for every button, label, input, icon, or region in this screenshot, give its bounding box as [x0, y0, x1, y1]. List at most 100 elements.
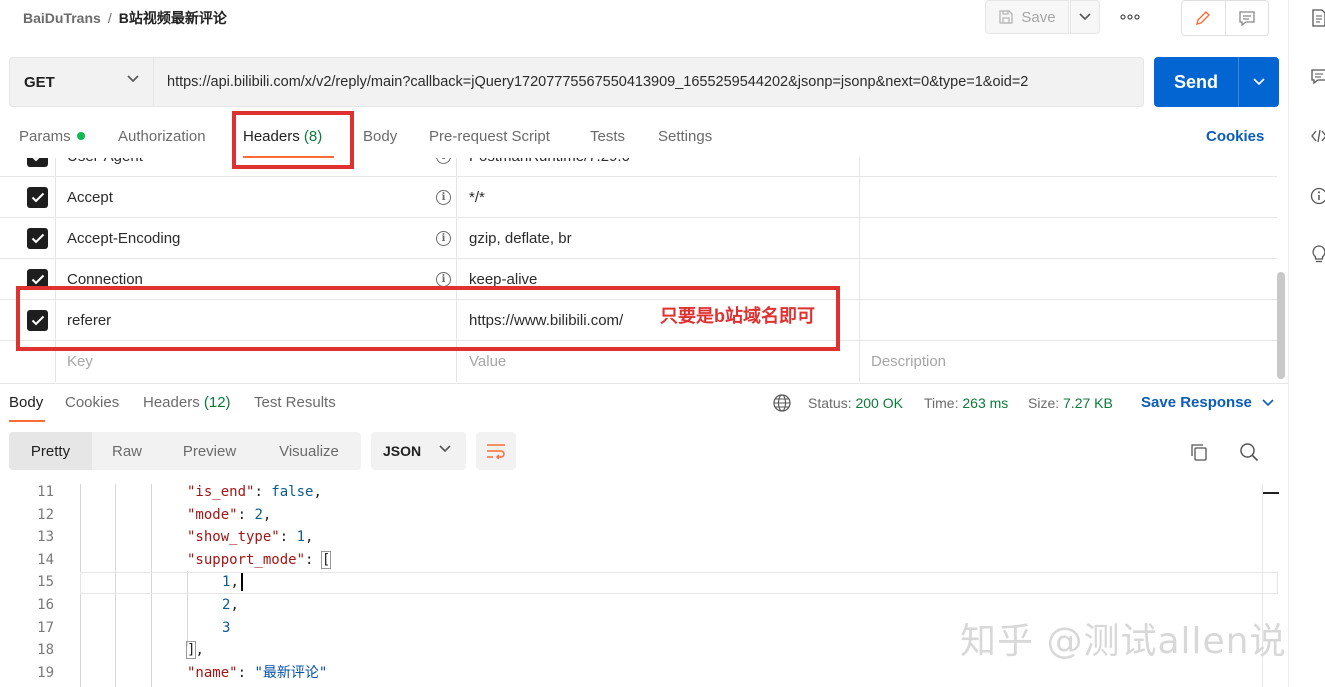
request-name[interactable]: B站视频最新评论 [119, 10, 227, 26]
request-tabs: Params Authorization Headers (8) Body Pr… [0, 118, 1288, 158]
checkmark-icon [31, 274, 44, 285]
info-icon[interactable]: i [436, 272, 451, 287]
json-comma: , [230, 597, 239, 613]
text-cursor [241, 573, 243, 592]
send-button[interactable]: Send [1154, 57, 1279, 107]
json-comma: , [313, 484, 322, 500]
comment-icon [1311, 69, 1325, 85]
edit-mode-button[interactable] [1182, 1, 1226, 35]
info-icon[interactable]: i [436, 190, 451, 205]
url-input[interactable]: https://api.bilibili.com/x/v2/reply/main… [154, 57, 1144, 107]
json-comma: , [262, 506, 272, 523]
tab-prerequest-script[interactable]: Pre-request Script [429, 128, 550, 145]
json-colon: : [254, 484, 272, 500]
header-key[interactable]: Accept-Encoding [67, 218, 180, 259]
view-preview[interactable]: Preview [162, 432, 257, 470]
code-line: 15 1, [0, 571, 1288, 594]
code-line: 11 "is_end": false, [0, 484, 1288, 504]
tab-authorization[interactable]: Authorization [118, 128, 206, 145]
response-tab-headers[interactable]: Headers (12) [143, 394, 231, 411]
tab-body[interactable]: Body [363, 128, 397, 145]
annotation-box-headers-tab [232, 111, 354, 169]
params-active-dot [76, 132, 85, 140]
code-text: "show_type": 1, [187, 526, 313, 549]
view-visualize[interactable]: Visualize [257, 432, 361, 470]
json-key: "name" [187, 664, 238, 681]
collapse-marker[interactable] [1263, 492, 1279, 494]
json-colon: : [237, 664, 255, 681]
tab-params[interactable]: Params [19, 128, 85, 145]
globe-icon[interactable] [772, 393, 792, 416]
json-value: 3 [222, 619, 231, 636]
editor-mode-group [1181, 0, 1269, 36]
header-value[interactable]: PostmanRuntime/7.29.0 [469, 158, 630, 177]
headers-scrollbar[interactable] [1277, 272, 1285, 379]
method-select[interactable]: GET [9, 57, 154, 107]
breadcrumb-workspace[interactable]: BaiDuTrans [23, 10, 101, 26]
send-dropdown-button[interactable] [1238, 57, 1279, 107]
code-line: 13 "show_type": 1, [0, 526, 1288, 549]
info-icon [1310, 187, 1325, 205]
response-tab-headers-label: Headers [143, 394, 200, 411]
header-value[interactable]: gzip, deflate, br [469, 218, 572, 259]
header-value[interactable]: */* [469, 177, 485, 218]
info-icon[interactable]: i [436, 158, 451, 164]
info-icon[interactable]: i [436, 231, 451, 246]
save-response-button[interactable]: Save Response [1141, 394, 1274, 411]
response-tab-body[interactable]: Body [9, 394, 43, 411]
code-icon [1311, 129, 1325, 143]
copy-button[interactable] [1188, 441, 1210, 463]
row-checkbox[interactable] [27, 158, 48, 167]
view-raw[interactable]: Raw [92, 432, 162, 470]
comments-button[interactable] [1309, 66, 1325, 86]
json-value: false [271, 484, 314, 500]
size-readout: Size: 7.27 KB [1028, 395, 1113, 411]
documentation-button[interactable] [1309, 8, 1325, 28]
line-number: 11 [37, 484, 54, 500]
row-checkbox[interactable] [27, 187, 48, 208]
watermark: 知乎 @测试allen说 [960, 621, 1287, 662]
tab-settings[interactable]: Settings [658, 128, 712, 145]
view-mode-group: Pretty Raw Preview Visualize [9, 432, 361, 470]
save-icon [999, 10, 1014, 24]
code-line: 12 "mode": 2, [0, 504, 1288, 527]
top-bar: BaiDuTrans / B站视频最新评论 Save [0, 0, 1288, 42]
copy-icon [1191, 444, 1207, 461]
header-key[interactable]: User-Agent [67, 158, 143, 177]
line-number: 14 [37, 551, 54, 568]
search-button[interactable] [1238, 441, 1260, 463]
status-readout: Status: 200 OK [808, 395, 903, 411]
tab-params-label: Params [19, 128, 71, 145]
wrap-lines-icon [487, 444, 505, 459]
save-dropdown-button[interactable] [1070, 0, 1100, 34]
more-options-button[interactable] [1114, 4, 1146, 30]
json-comma: , [230, 574, 239, 591]
search-icon [1240, 443, 1259, 462]
code-snippet-button[interactable] [1309, 126, 1325, 146]
save-button[interactable]: Save [985, 0, 1069, 34]
format-select[interactable]: JSON [371, 432, 466, 470]
cookies-link[interactable]: Cookies [1206, 128, 1264, 145]
comment-mode-button[interactable] [1226, 1, 1269, 35]
line-number: 15 [37, 574, 54, 591]
right-sidebar [1288, 0, 1325, 687]
new-description-input[interactable]: Description [871, 341, 946, 382]
time-value: 263 ms [962, 395, 1009, 411]
json-key: "mode" [187, 506, 238, 523]
response-tabs: Body Cookies Headers (12) Test Results S… [0, 383, 1288, 422]
code-text: "name": "最新评论" [187, 662, 327, 685]
related-button[interactable] [1309, 244, 1325, 264]
json-colon: : [237, 506, 255, 523]
json-value: 2 [254, 506, 263, 523]
header-key[interactable]: Accept [67, 177, 113, 218]
tab-tests[interactable]: Tests [590, 128, 625, 145]
document-icon [1312, 9, 1325, 27]
wrap-lines-button[interactable] [476, 432, 516, 470]
response-tab-cookies[interactable]: Cookies [65, 394, 119, 411]
code-line: 19 "name": "最新评论" [0, 662, 1288, 685]
response-tab-test-results[interactable]: Test Results [254, 394, 336, 411]
view-pretty[interactable]: Pretty [9, 432, 92, 470]
row-checkbox[interactable] [27, 228, 48, 249]
json-key: "show_type" [187, 529, 280, 546]
info-button[interactable] [1309, 186, 1325, 206]
